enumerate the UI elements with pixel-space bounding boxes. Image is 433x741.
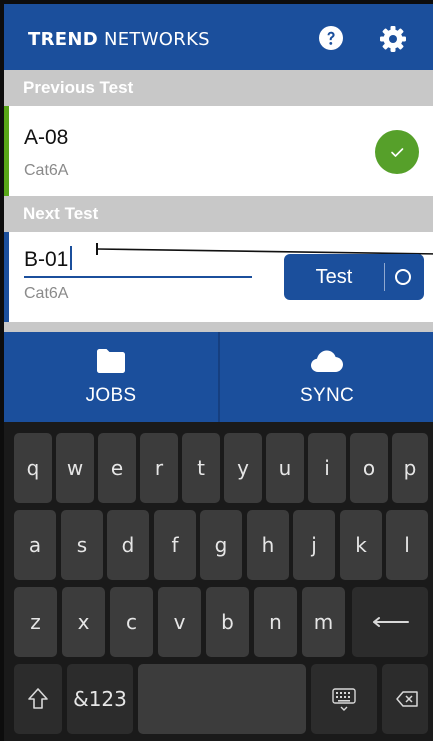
cloud-icon bbox=[311, 350, 343, 372]
key-y[interactable]: y bbox=[224, 433, 262, 503]
key-label: j bbox=[311, 533, 317, 557]
jobs-label: JOBS bbox=[85, 385, 137, 406]
key-v[interactable]: v bbox=[158, 587, 201, 657]
test-button[interactable]: Test bbox=[284, 254, 424, 300]
key-label: u bbox=[278, 456, 292, 480]
keyboard-icon bbox=[332, 688, 356, 711]
key-label: l bbox=[404, 533, 410, 557]
shift-key[interactable] bbox=[14, 664, 62, 734]
symbols-key-label: &123 bbox=[73, 687, 127, 711]
key-label: p bbox=[403, 456, 417, 480]
key-b[interactable]: b bbox=[206, 587, 249, 657]
enter-key[interactable] bbox=[352, 587, 428, 657]
space-bar[interactable] bbox=[138, 664, 306, 734]
key-label: e bbox=[110, 456, 124, 480]
key-z[interactable]: z bbox=[14, 587, 57, 657]
next-cable-id-input[interactable]: B-01 bbox=[24, 246, 73, 272]
key-label: h bbox=[261, 533, 275, 557]
brand-logo-text: TREND NETWORKS bbox=[28, 29, 210, 50]
key-label: n bbox=[269, 610, 282, 634]
key-r[interactable]: r bbox=[140, 433, 178, 503]
key-i[interactable]: i bbox=[308, 433, 346, 503]
next-cable-type: Cat6A bbox=[24, 285, 69, 302]
key-label: o bbox=[362, 456, 376, 480]
backspace-key[interactable] bbox=[382, 664, 428, 734]
key-f[interactable]: f bbox=[154, 510, 196, 580]
sync-label: SYNC bbox=[300, 385, 354, 406]
pass-check-icon bbox=[375, 130, 419, 174]
next-test-card: B-01 Cat6A Test bbox=[4, 232, 433, 322]
key-label: q bbox=[26, 456, 40, 480]
key-a[interactable]: a bbox=[14, 510, 56, 580]
app-header: TREND NETWORKS bbox=[4, 4, 433, 70]
input-underline bbox=[24, 276, 252, 278]
keyboard-switch-key[interactable] bbox=[311, 664, 377, 734]
backspace-icon bbox=[396, 691, 418, 707]
key-w[interactable]: w bbox=[56, 433, 94, 503]
key-label: d bbox=[121, 533, 135, 557]
key-x[interactable]: x bbox=[62, 587, 105, 657]
key-k[interactable]: k bbox=[340, 510, 382, 580]
previous-cable-type: Cat6A bbox=[24, 162, 69, 179]
key-d[interactable]: d bbox=[107, 510, 149, 580]
test-button-label: Test bbox=[315, 266, 353, 288]
key-label: m bbox=[313, 610, 334, 634]
previous-cable-id: A-08 bbox=[24, 126, 69, 149]
symbols-key[interactable]: &123 bbox=[67, 664, 133, 734]
key-label: i bbox=[324, 456, 330, 480]
key-label: c bbox=[126, 610, 137, 634]
key-m[interactable]: m bbox=[302, 587, 345, 657]
jobs-tab[interactable]: JOBS bbox=[4, 332, 218, 422]
folder-icon bbox=[97, 349, 125, 373]
key-label: r bbox=[154, 456, 164, 480]
key-label: x bbox=[77, 610, 90, 634]
key-q[interactable]: q bbox=[14, 433, 52, 503]
key-s[interactable]: s bbox=[61, 510, 103, 580]
key-label: s bbox=[76, 533, 88, 557]
section-divider-strip bbox=[4, 322, 433, 332]
test-mode-circle-icon[interactable] bbox=[395, 269, 411, 285]
key-h[interactable]: h bbox=[247, 510, 289, 580]
key-c[interactable]: c bbox=[110, 587, 153, 657]
previous-test-card[interactable]: A-08 Cat6A bbox=[4, 106, 433, 196]
bottom-nav: JOBS SYNC bbox=[4, 332, 433, 422]
key-label: g bbox=[214, 533, 228, 557]
key-label: w bbox=[66, 456, 84, 480]
previous-test-section-label: Previous Test bbox=[4, 70, 433, 106]
text-cursor bbox=[70, 246, 73, 270]
key-label: v bbox=[173, 610, 186, 634]
key-t[interactable]: t bbox=[182, 433, 220, 503]
enter-arrow-icon bbox=[373, 617, 409, 627]
key-label: k bbox=[355, 533, 367, 557]
key-label: a bbox=[28, 533, 42, 557]
key-n[interactable]: n bbox=[254, 587, 297, 657]
key-label: y bbox=[237, 456, 249, 480]
key-u[interactable]: u bbox=[266, 433, 304, 503]
key-e[interactable]: e bbox=[98, 433, 136, 503]
sync-tab[interactable]: SYNC bbox=[220, 332, 433, 422]
key-o[interactable]: o bbox=[350, 433, 388, 503]
test-button-divider bbox=[384, 263, 385, 291]
next-test-section-label: Next Test bbox=[4, 196, 433, 232]
settings-gear-icon[interactable] bbox=[379, 25, 407, 53]
key-j[interactable]: j bbox=[293, 510, 335, 580]
app-frame: TREND NETWORKS Previous Test A-08 Cat6A … bbox=[0, 0, 433, 741]
key-label: b bbox=[221, 610, 234, 634]
next-cable-id-value: B-01 bbox=[24, 248, 69, 271]
key-g[interactable]: g bbox=[200, 510, 242, 580]
on-screen-keyboard: q w e r t y u i o p a s d f g h j k l z … bbox=[4, 422, 433, 741]
key-l[interactable]: l bbox=[386, 510, 428, 580]
key-label: z bbox=[30, 610, 41, 634]
key-p[interactable]: p bbox=[392, 433, 428, 503]
key-label: f bbox=[171, 533, 179, 557]
shift-arrow-icon bbox=[28, 688, 48, 709]
key-label: t bbox=[197, 456, 205, 480]
help-icon[interactable] bbox=[319, 26, 343, 50]
